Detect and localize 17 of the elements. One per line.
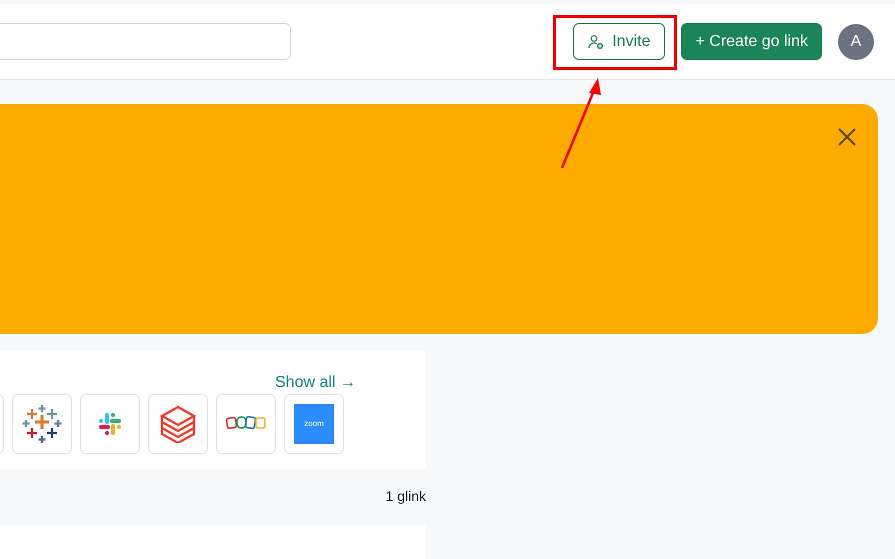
app-tile[interactable] — [216, 394, 276, 454]
app-tile[interactable] — [80, 394, 140, 454]
link-count: 1 glink — [386, 487, 426, 506]
app-logo-icon — [98, 412, 122, 436]
search-field[interactable] — [0, 23, 291, 60]
app-logo-icon — [22, 405, 62, 443]
app-tile[interactable] — [148, 394, 208, 454]
avatar[interactable]: A — [838, 24, 874, 60]
app-tile[interactable] — [12, 394, 72, 454]
create-link-button[interactable]: + Create go link — [681, 23, 822, 60]
zoom-logo: zoom — [294, 404, 334, 444]
show-all-link[interactable]: Show all → — [275, 371, 356, 395]
add-user-icon — [588, 34, 604, 50]
app-logo-icon — [160, 405, 196, 443]
invite-button[interactable]: Invite — [573, 23, 666, 60]
app-tile[interactable]: zoom — [284, 394, 344, 454]
close-icon[interactable] — [838, 128, 856, 146]
